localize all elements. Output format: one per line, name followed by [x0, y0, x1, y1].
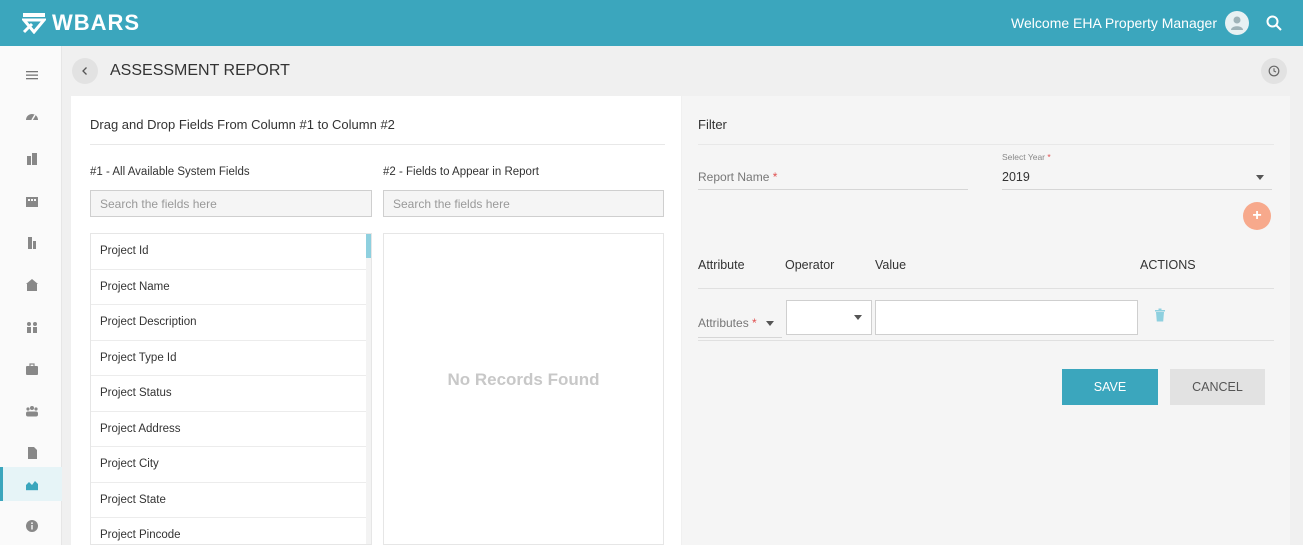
avatar[interactable]	[1225, 11, 1249, 35]
house-icon	[26, 279, 38, 291]
filter-panel: Filter Report Name * Select Year * 2019 …	[682, 96, 1290, 545]
sidebar-item-tenants[interactable]	[0, 310, 62, 344]
report-chart-icon	[26, 481, 38, 491]
divider	[698, 340, 1274, 341]
select-year-label: Select Year *	[1002, 152, 1051, 162]
actions-header: ACTIONS	[1140, 258, 1196, 272]
sidebar-item-towers[interactable]	[0, 226, 62, 260]
document-icon	[28, 447, 37, 459]
report-name-label: Report Name	[698, 170, 770, 184]
list-item[interactable]: Project Status	[91, 376, 368, 412]
required-mark: *	[752, 316, 757, 330]
sidebar-item-info[interactable]	[0, 509, 62, 543]
attribute-select-label: Attributes	[698, 316, 749, 330]
sidebar-item-buildings[interactable]	[0, 142, 62, 176]
search-icon[interactable]	[1265, 14, 1283, 32]
fields-panel: Drag and Drop Fields From Column #1 to C…	[71, 96, 681, 545]
attribute-select-underline	[698, 337, 782, 338]
list-item[interactable]: Project City	[91, 447, 368, 483]
welcome-text: Welcome EHA Property Manager	[1011, 15, 1217, 31]
list-item[interactable]: Project Id	[91, 234, 368, 270]
chevron-left-icon	[82, 67, 87, 75]
clock-icon	[1268, 65, 1280, 77]
cancel-button[interactable]: CANCEL	[1170, 369, 1265, 405]
chevron-down-icon	[854, 315, 862, 320]
info-icon	[26, 520, 38, 532]
sidebar-item-documents[interactable]	[0, 436, 62, 470]
user-icon	[1231, 16, 1243, 30]
fields-panel-title: Drag and Drop Fields From Column #1 to C…	[90, 117, 395, 132]
attribute-header: Attribute	[698, 258, 745, 272]
logo-mark-icon	[22, 13, 46, 34]
chevron-down-icon[interactable]	[1256, 175, 1264, 180]
sidebar-item-dashboard[interactable]	[0, 100, 62, 134]
available-fields-list: Project Id Project Name Project Descript…	[90, 233, 372, 545]
select-year-underline	[1002, 189, 1272, 190]
divider	[90, 144, 665, 145]
list-item[interactable]: Project Name	[91, 270, 368, 305]
apartment-icon	[26, 197, 38, 207]
select-year-value[interactable]: 2019	[1002, 170, 1030, 184]
briefcase-icon	[26, 363, 38, 375]
report-name-underline	[698, 189, 968, 190]
column2-label: #2 - Fields to Appear in Report	[383, 166, 539, 178]
top-bar: WBARS Welcome EHA Property Manager	[0, 0, 1303, 46]
operator-header: Operator	[785, 258, 835, 272]
scrollbar-thumb[interactable]	[366, 234, 371, 258]
value-input[interactable]	[875, 300, 1138, 335]
sidebar-item-users[interactable]	[0, 394, 62, 428]
divider	[698, 288, 1274, 289]
group-icon	[26, 406, 38, 417]
sidebar-item-reports[interactable]	[0, 467, 62, 501]
history-button[interactable]	[1261, 58, 1287, 84]
required-mark: *	[772, 170, 778, 184]
sidebar-item-properties[interactable]	[0, 268, 62, 302]
page-header: ASSESSMENT REPORT	[62, 46, 1303, 96]
value-header: Value	[875, 258, 907, 272]
add-filter-button[interactable]: +	[1243, 202, 1271, 230]
report-fields-search-input[interactable]	[383, 190, 664, 217]
building-icon	[27, 153, 37, 165]
operator-select[interactable]	[786, 300, 872, 335]
attribute-select[interactable]: Attributes *	[698, 316, 775, 330]
save-button[interactable]: SAVE	[1062, 369, 1158, 405]
hamburger-icon	[26, 71, 38, 80]
trash-icon[interactable]	[1154, 308, 1166, 322]
list-item[interactable]: Project Description	[91, 305, 368, 341]
brand-name: WBARS	[52, 10, 141, 35]
report-name-field[interactable]: Report Name *	[698, 170, 777, 184]
list-item[interactable]: Project Address	[91, 412, 368, 447]
divider	[698, 144, 1274, 145]
app-logo[interactable]: WBARS	[22, 10, 140, 36]
list-item[interactable]: Project State	[91, 483, 368, 518]
sidebar-item-apartments[interactable]	[0, 184, 62, 218]
list-item[interactable]: Project Type Id	[91, 341, 368, 376]
sidebar-menu-toggle[interactable]	[0, 58, 62, 92]
chevron-down-icon	[766, 321, 775, 327]
column1-label: #1 - All Available System Fields	[90, 166, 250, 178]
sidebar-item-jobs[interactable]	[0, 352, 62, 386]
back-button[interactable]	[72, 58, 98, 84]
sidebar	[0, 46, 62, 545]
people-icon	[27, 322, 37, 333]
list-scrollbar[interactable]	[366, 234, 371, 544]
tower-icon	[28, 237, 36, 249]
page-title: ASSESSMENT REPORT	[110, 62, 290, 79]
dashboard-icon	[26, 114, 38, 121]
report-fields-drop-zone[interactable]: No Records Found	[383, 233, 664, 545]
available-fields-search-input[interactable]	[90, 190, 372, 217]
filter-title: Filter	[698, 117, 727, 132]
empty-state-text: No Records Found	[447, 370, 600, 389]
list-item[interactable]: Project Pincode	[91, 518, 368, 544]
